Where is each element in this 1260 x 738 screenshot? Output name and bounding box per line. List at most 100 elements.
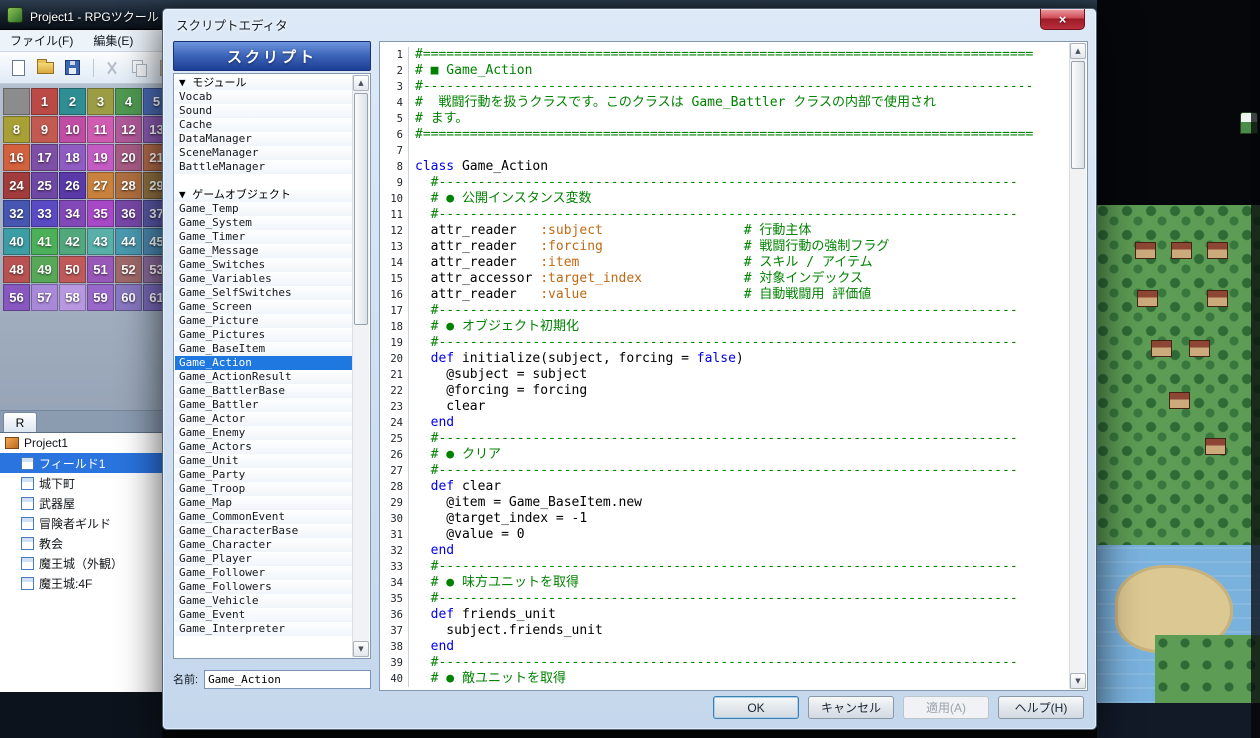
tree-item[interactable]: フィールド1 bbox=[0, 453, 162, 473]
script-list-item[interactable]: Game_Actors bbox=[175, 440, 352, 454]
region-tile[interactable]: 45 bbox=[143, 228, 162, 255]
script-list-item[interactable]: Game_Action bbox=[175, 356, 352, 370]
script-list-item[interactable]: Game_Party bbox=[175, 468, 352, 482]
region-tile[interactable]: 16 bbox=[3, 144, 30, 171]
map-canvas[interactable] bbox=[1097, 0, 1260, 738]
scroll-down-button[interactable]: ▼ bbox=[353, 641, 369, 657]
script-list-item[interactable]: Game_Vehicle bbox=[175, 594, 352, 608]
script-list-item[interactable]: BattleManager bbox=[175, 160, 352, 174]
region-tile[interactable]: 18 bbox=[59, 144, 86, 171]
tree-item[interactable]: 武器屋 bbox=[0, 493, 162, 513]
script-list-item[interactable]: Vocab bbox=[175, 90, 352, 104]
region-tile[interactable]: 40 bbox=[3, 228, 30, 255]
script-list-item[interactable]: Game_Event bbox=[175, 608, 352, 622]
script-list-item[interactable]: Game_Temp bbox=[175, 202, 352, 216]
scroll-up-button[interactable]: ▲ bbox=[1070, 43, 1086, 59]
script-list-item[interactable]: Game_Unit bbox=[175, 454, 352, 468]
code-scrollbar[interactable]: ▲ ▼ bbox=[1069, 43, 1086, 689]
region-tile[interactable]: 12 bbox=[115, 116, 142, 143]
region-tile[interactable]: 52 bbox=[115, 256, 142, 283]
region-tile[interactable]: 25 bbox=[31, 172, 58, 199]
script-list-item[interactable]: Game_CommonEvent bbox=[175, 510, 352, 524]
script-list-item[interactable]: Game_Followers bbox=[175, 580, 352, 594]
script-list-item[interactable]: Game_Map bbox=[175, 496, 352, 510]
menu-file[interactable]: ファイル(F) bbox=[0, 29, 83, 52]
dialog-button-h[interactable]: ヘルプ(H) bbox=[998, 696, 1084, 719]
script-section-header[interactable]: ▼ モジュール bbox=[175, 76, 352, 90]
script-list-item[interactable]: Game_Player bbox=[175, 552, 352, 566]
region-tile[interactable]: 3 bbox=[87, 88, 114, 115]
scrollbar-thumb[interactable] bbox=[354, 93, 368, 325]
script-list-item[interactable]: Sound bbox=[175, 104, 352, 118]
script-name-input[interactable] bbox=[204, 670, 371, 689]
save-project-button[interactable] bbox=[60, 56, 84, 80]
script-list-item[interactable]: Game_Interpreter bbox=[175, 622, 352, 636]
script-list-item[interactable]: SceneManager bbox=[175, 146, 352, 160]
script-list-item[interactable]: Game_BaseItem bbox=[175, 342, 352, 356]
region-tile[interactable]: 20 bbox=[115, 144, 142, 171]
region-tile[interactable]: 59 bbox=[87, 284, 114, 311]
region-tile[interactable]: 4 bbox=[115, 88, 142, 115]
tree-item[interactable]: 教会 bbox=[0, 533, 162, 553]
scroll-up-button[interactable]: ▲ bbox=[353, 75, 369, 91]
palette-tab-region[interactable]: R bbox=[3, 412, 37, 432]
region-tile[interactable]: 51 bbox=[87, 256, 114, 283]
region-tile[interactable]: 43 bbox=[87, 228, 114, 255]
script-list-item[interactable]: Game_Screen bbox=[175, 300, 352, 314]
script-list-item[interactable]: Game_Troop bbox=[175, 482, 352, 496]
script-list-item[interactable]: Game_Battler bbox=[175, 398, 352, 412]
region-tile[interactable]: 32 bbox=[3, 200, 30, 227]
region-tile[interactable]: 8 bbox=[3, 116, 30, 143]
tree-item[interactable]: 魔王城（外観） bbox=[0, 553, 162, 573]
region-tile[interactable]: 33 bbox=[31, 200, 58, 227]
region-tile[interactable]: 61 bbox=[143, 284, 162, 311]
region-tile[interactable]: 41 bbox=[31, 228, 58, 255]
script-list-item[interactable]: DataManager bbox=[175, 132, 352, 146]
dialog-button-[interactable]: キャンセル bbox=[808, 696, 894, 719]
script-list-item[interactable]: Game_Message bbox=[175, 244, 352, 258]
region-tile[interactable]: 36 bbox=[115, 200, 142, 227]
region-tile[interactable]: 19 bbox=[87, 144, 114, 171]
region-tile[interactable]: 37 bbox=[143, 200, 162, 227]
region-tile[interactable]: 48 bbox=[3, 256, 30, 283]
script-list-item[interactable]: Game_Timer bbox=[175, 230, 352, 244]
tree-item[interactable]: 冒険者ギルド bbox=[0, 513, 162, 533]
script-list-item[interactable]: Game_Character bbox=[175, 538, 352, 552]
project-tree-root[interactable]: Project1 bbox=[0, 433, 162, 453]
script-list-item[interactable]: Game_ActionResult bbox=[175, 370, 352, 384]
tree-item[interactable]: 魔王城:4F bbox=[0, 573, 162, 593]
region-tile[interactable]: 60 bbox=[115, 284, 142, 311]
script-list-item[interactable]: Game_Enemy bbox=[175, 426, 352, 440]
region-tile[interactable]: 58 bbox=[59, 284, 86, 311]
region-tile[interactable]: 50 bbox=[59, 256, 86, 283]
menu-edit[interactable]: 編集(E) bbox=[83, 29, 143, 52]
region-tile[interactable]: 2 bbox=[59, 88, 86, 115]
scrollbar-thumb[interactable] bbox=[1071, 61, 1085, 169]
tree-item[interactable]: 城下町 bbox=[0, 473, 162, 493]
script-list-item[interactable]: Game_CharacterBase bbox=[175, 524, 352, 538]
script-list-item[interactable]: Game_Actor bbox=[175, 412, 352, 426]
code-editor[interactable]: 1#======================================… bbox=[379, 41, 1088, 691]
region-tile[interactable]: 13 bbox=[143, 116, 162, 143]
region-tile[interactable]: 34 bbox=[59, 200, 86, 227]
script-list-item[interactable]: Game_Switches bbox=[175, 258, 352, 272]
script-list-item[interactable]: Game_BattlerBase bbox=[175, 384, 352, 398]
region-tile[interactable]: 9 bbox=[31, 116, 58, 143]
script-list-item[interactable]: Game_Picture bbox=[175, 314, 352, 328]
region-tile[interactable]: 44 bbox=[115, 228, 142, 255]
new-project-button[interactable] bbox=[6, 56, 30, 80]
script-list-item[interactable]: Cache bbox=[175, 118, 352, 132]
script-list-item[interactable]: Game_Variables bbox=[175, 272, 352, 286]
script-list-item[interactable]: Game_System bbox=[175, 216, 352, 230]
region-tile[interactable]: 10 bbox=[59, 116, 86, 143]
script-section-header[interactable]: ▼ ゲームオブジェクト bbox=[175, 188, 352, 202]
region-tile[interactable]: 26 bbox=[59, 172, 86, 199]
scroll-down-button[interactable]: ▼ bbox=[1070, 673, 1086, 689]
open-project-button[interactable] bbox=[33, 56, 57, 80]
copy-button[interactable] bbox=[127, 56, 151, 80]
region-tile[interactable]: 49 bbox=[31, 256, 58, 283]
region-tile[interactable] bbox=[3, 88, 30, 115]
dialog-button-ok[interactable]: OK bbox=[713, 696, 799, 719]
region-tile[interactable]: 53 bbox=[143, 256, 162, 283]
region-tile[interactable]: 29 bbox=[143, 172, 162, 199]
